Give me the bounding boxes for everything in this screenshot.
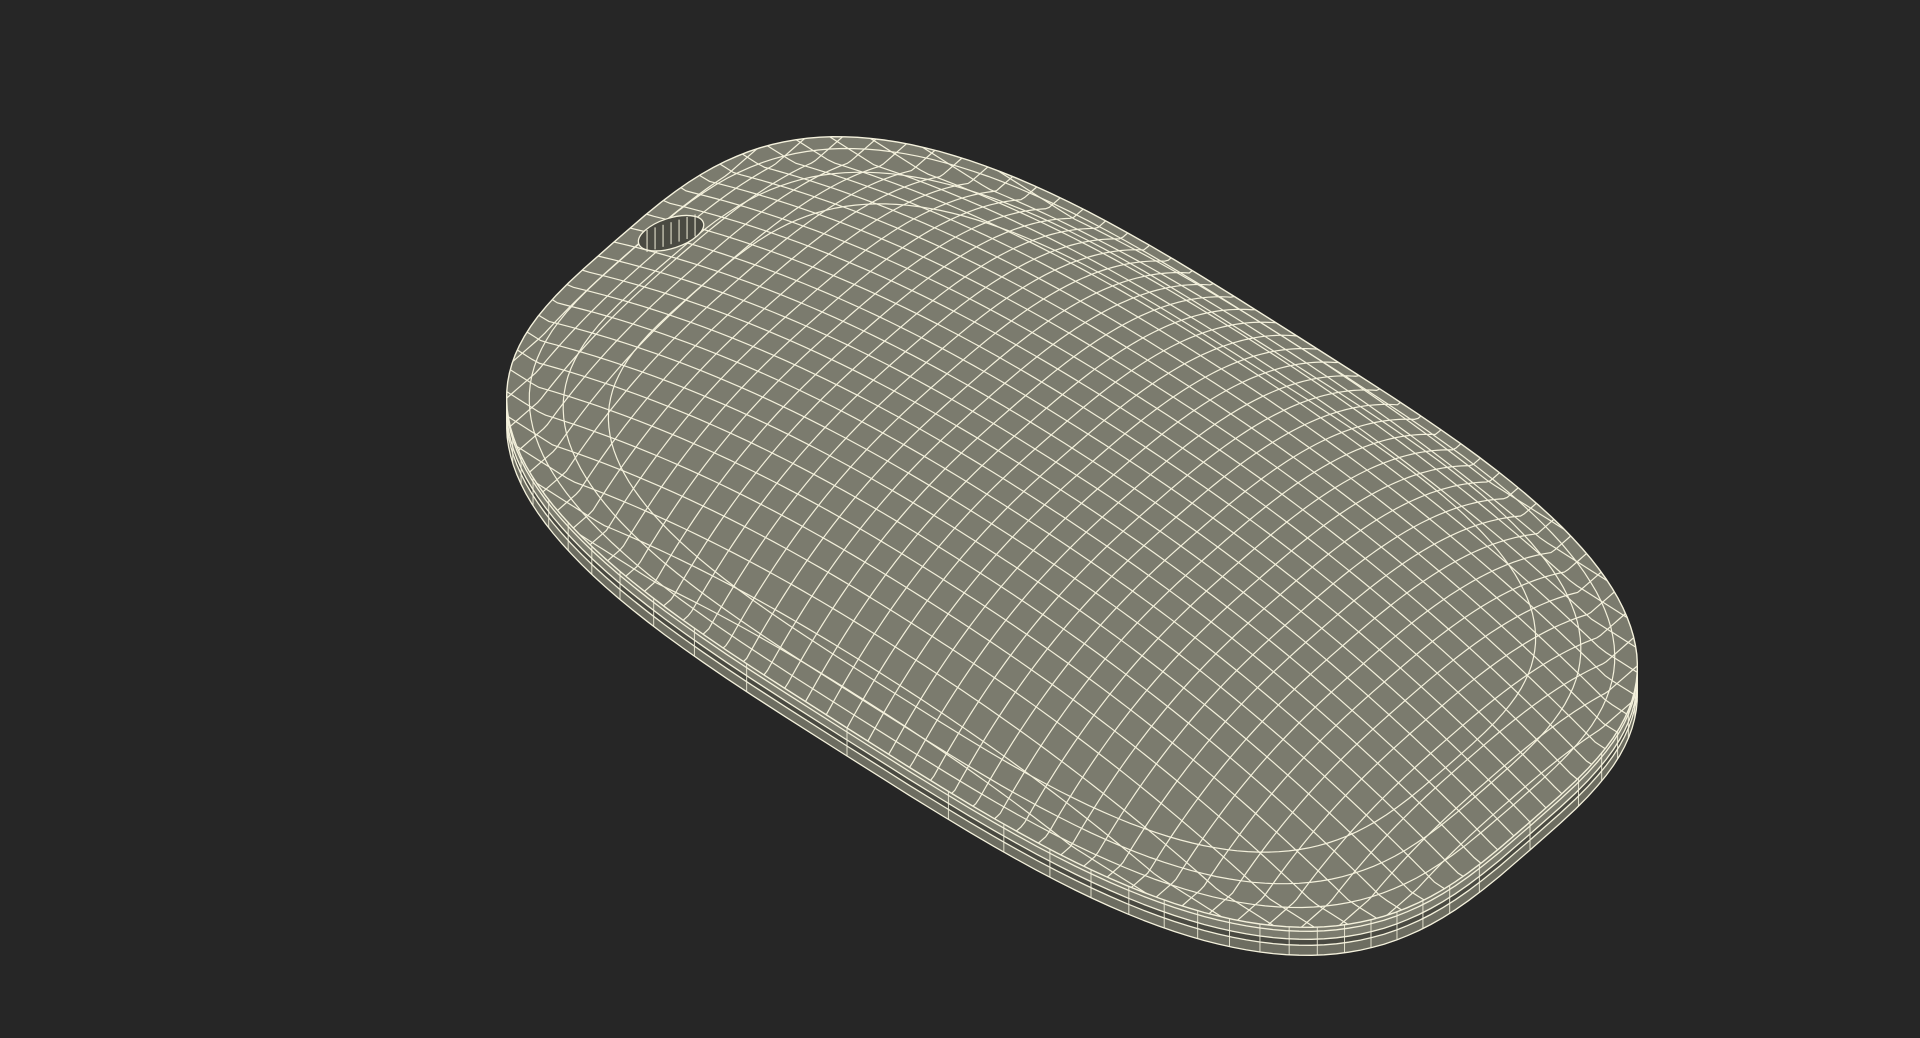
render-viewport [0, 0, 1920, 1038]
mouse-wireframe-render [0, 0, 1920, 1038]
